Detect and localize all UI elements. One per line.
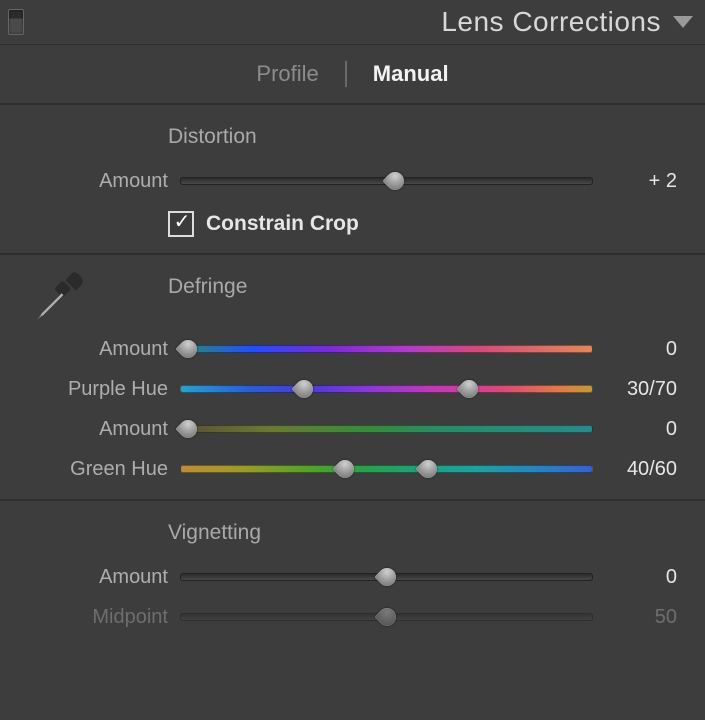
vignetting-amount-slider[interactable] <box>180 566 593 588</box>
constrain-crop-label: Constrain Crop <box>206 212 359 236</box>
distortion-title: Distortion <box>168 125 677 149</box>
defringe-section: Defringe Amount 0 Purple Hue 30/70 Amoun… <box>0 255 705 501</box>
vignetting-amount-value[interactable]: 0 <box>593 566 677 589</box>
vignetting-midpoint-label: Midpoint <box>28 606 180 629</box>
eyedropper-icon[interactable] <box>32 267 88 329</box>
defringe-purple-amount-value[interactable]: 0 <box>593 338 677 361</box>
tab-profile[interactable]: Profile <box>254 57 320 91</box>
distortion-amount-value[interactable]: + 2 <box>593 170 677 193</box>
defringe-green-amount-slider[interactable] <box>180 418 593 440</box>
panel-toggle-switch[interactable] <box>8 9 24 35</box>
defringe-purple-hue-label: Purple Hue <box>28 378 180 401</box>
tab-divider <box>345 61 347 87</box>
slider-thumb-high[interactable] <box>415 456 440 481</box>
defringe-purple-amount-label: Amount <box>28 338 180 361</box>
slider-thumb-low[interactable] <box>291 376 316 401</box>
distortion-amount-label: Amount <box>28 170 180 193</box>
slider-thumb[interactable] <box>374 564 399 589</box>
defringe-green-hue-value[interactable]: 40/60 <box>593 458 677 481</box>
defringe-title: Defringe <box>168 275 677 299</box>
vignetting-midpoint-value: 50 <box>593 606 677 629</box>
slider-thumb[interactable] <box>382 168 407 193</box>
defringe-purple-amount-row: Amount 0 <box>28 329 677 369</box>
defringe-purple-amount-slider[interactable] <box>180 338 593 360</box>
distortion-amount-slider[interactable] <box>180 170 593 192</box>
tab-manual[interactable]: Manual <box>371 57 451 91</box>
lens-corrections-panel: Lens Corrections Profile Manual Distorti… <box>0 0 705 720</box>
slider-thumb-high[interactable] <box>456 376 481 401</box>
defringe-green-hue-row: Green Hue 40/60 <box>28 449 677 489</box>
panel-header: Lens Corrections <box>0 0 705 45</box>
defringe-purple-hue-slider[interactable] <box>180 378 593 400</box>
vignetting-midpoint-row: Midpoint 50 <box>28 597 677 637</box>
vignetting-section: Vignetting Amount 0 Midpoint 50 <box>0 501 705 647</box>
defringe-purple-hue-row: Purple Hue 30/70 <box>28 369 677 409</box>
distortion-section: Distortion Amount + 2 ✓ Constrain Crop <box>0 105 705 255</box>
defringe-green-amount-row: Amount 0 <box>28 409 677 449</box>
checkmark-icon: ✓ <box>174 209 191 234</box>
defringe-purple-hue-value[interactable]: 30/70 <box>593 378 677 401</box>
defringe-green-amount-value[interactable]: 0 <box>593 418 677 441</box>
tabs: Profile Manual <box>0 45 705 105</box>
slider-thumb-low[interactable] <box>332 456 357 481</box>
defringe-green-amount-label: Amount <box>28 418 180 441</box>
defringe-green-hue-slider[interactable] <box>180 458 593 480</box>
slider-thumb <box>374 604 399 629</box>
defringe-green-hue-label: Green Hue <box>28 458 180 481</box>
panel-title: Lens Corrections <box>24 6 673 38</box>
vignetting-midpoint-slider <box>180 606 593 628</box>
vignetting-title: Vignetting <box>168 521 677 545</box>
slider-thumb[interactable] <box>176 416 201 441</box>
constrain-crop-checkbox[interactable]: ✓ <box>168 211 194 237</box>
slider-thumb[interactable] <box>176 336 201 361</box>
distortion-amount-row: Amount + 2 <box>28 161 677 201</box>
panel-disclosure-icon[interactable] <box>673 16 693 28</box>
vignetting-amount-label: Amount <box>28 566 180 589</box>
vignetting-amount-row: Amount 0 <box>28 557 677 597</box>
constrain-crop-row: ✓ Constrain Crop <box>168 211 677 237</box>
